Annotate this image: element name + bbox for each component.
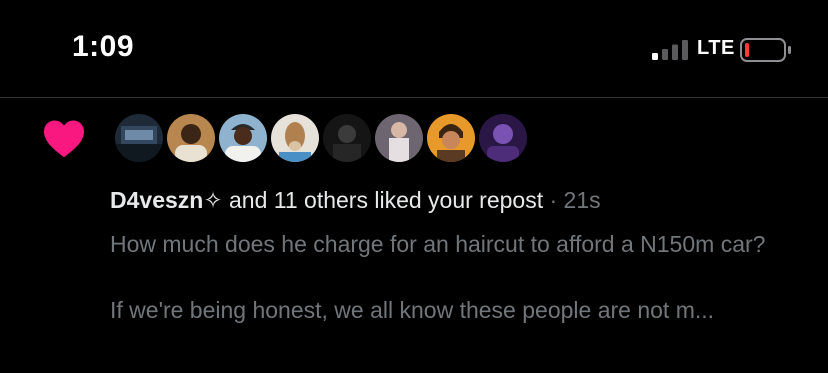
avatar[interactable]	[270, 113, 320, 163]
preview-line-1: How much does he charge for an haircut t…	[110, 231, 766, 257]
avatar[interactable]	[166, 113, 216, 163]
avatar[interactable]	[114, 113, 164, 163]
notification-action: and 11 others liked your repost	[222, 187, 544, 213]
status-time: 1:09	[72, 30, 135, 63]
avatar[interactable]	[218, 113, 268, 163]
avatar[interactable]	[478, 113, 528, 163]
separator-dot: ·	[543, 187, 564, 213]
heart-icon	[44, 120, 84, 158]
timestamp: 21s	[563, 187, 601, 213]
avatar[interactable]	[426, 113, 476, 163]
preview-line-2: If we're being honest, we all know these…	[110, 297, 715, 323]
avatar[interactable]	[374, 113, 424, 163]
notification-text[interactable]: D4veszn✧ and 11 others liked your repost…	[110, 187, 601, 214]
header-divider	[0, 97, 828, 98]
status-bar: 1:09 LTE	[0, 0, 828, 97]
network-type: LTE	[697, 37, 735, 59]
avatar[interactable]	[322, 113, 372, 163]
repost-preview[interactable]: How much does he charge for an haircut t…	[110, 228, 815, 327]
cellular-signal-icon	[652, 40, 688, 60]
battery-low-icon	[740, 38, 791, 62]
liker-username[interactable]: D4veszn✧	[110, 187, 223, 213]
